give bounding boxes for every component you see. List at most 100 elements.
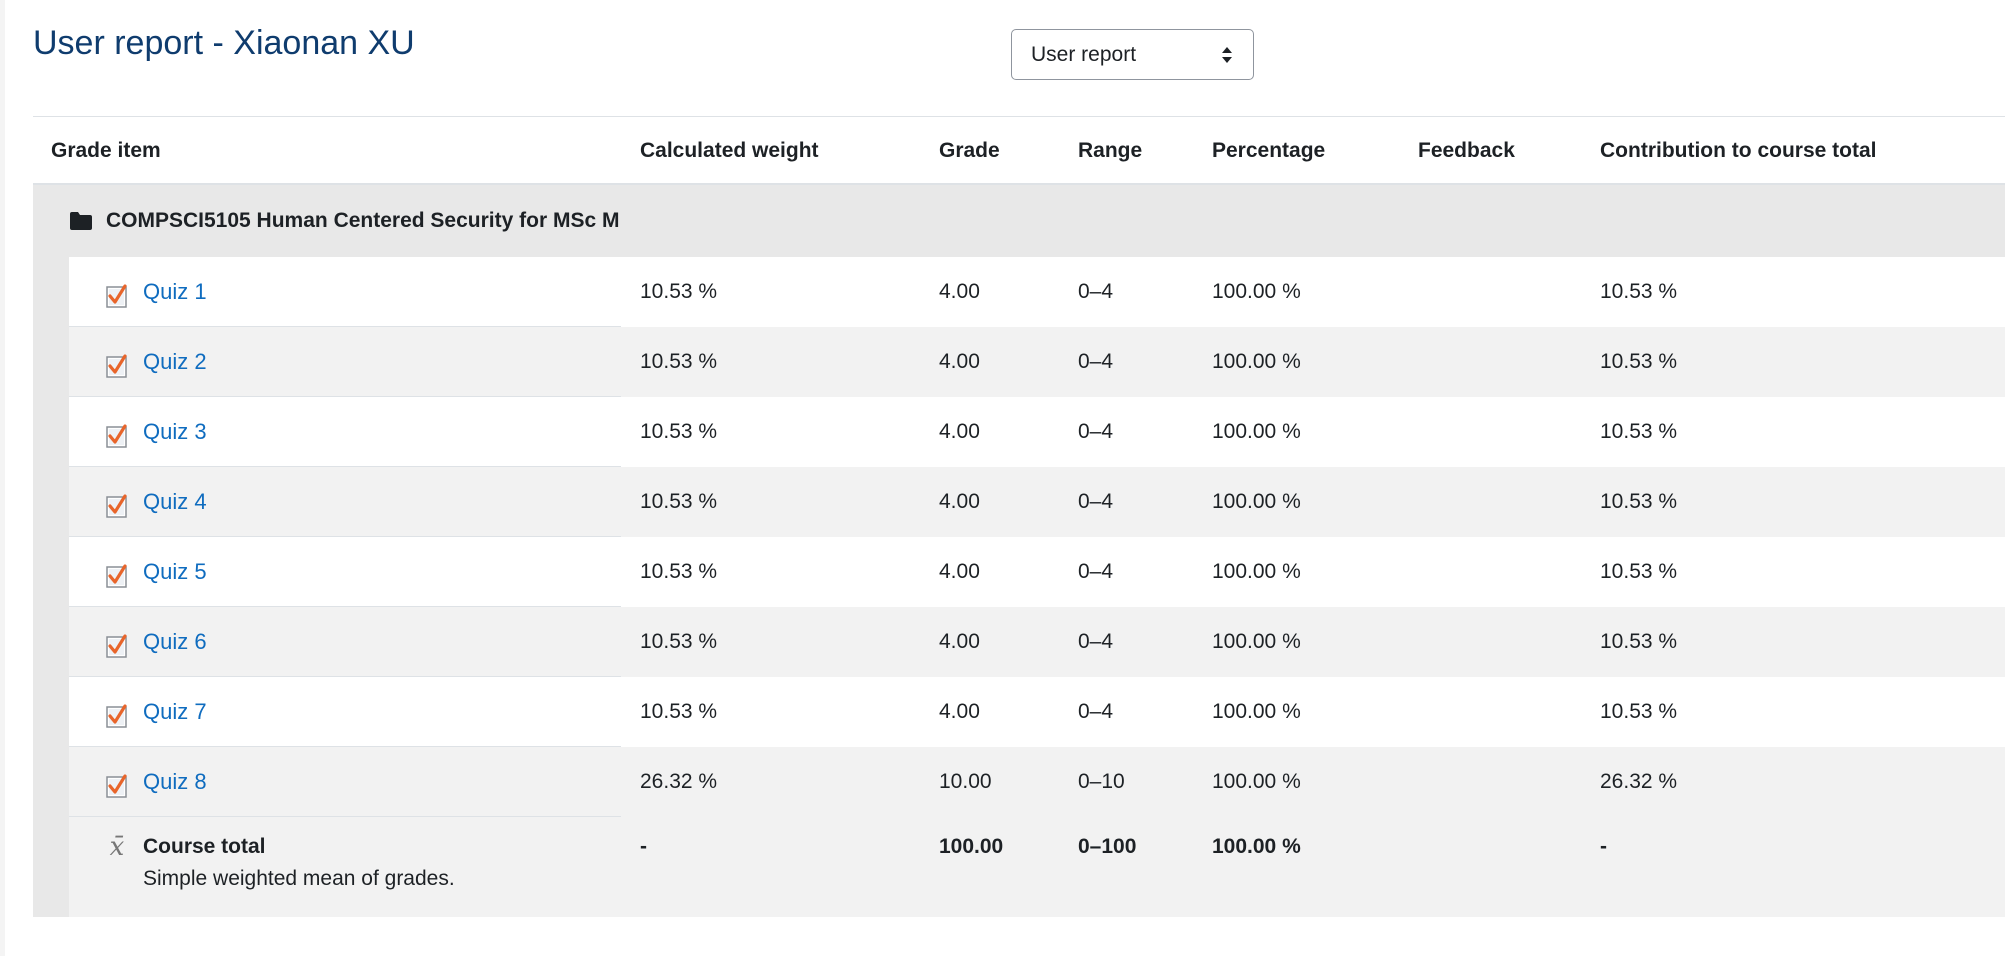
course-total-label: Course total [143,835,266,858]
range-cell: 0–4 [1078,280,1114,303]
range-cell: 0–4 [1078,420,1114,443]
table-row: Quiz 8 26.32 % 10.00 0–10 100.00 % 26.32… [33,747,2005,817]
indent-bar [33,607,69,677]
contribution-cell: 10.53 % [1600,560,1678,583]
percentage-cell: 100.00 % [1212,350,1301,373]
table-row: Quiz 5 10.53 % 4.00 0–4 100.00 % 10.53 % [33,537,2005,607]
category-row: COMPSCI5105 Human Centered Security for … [33,185,2005,257]
course-total-description: Simple weighted mean of grades. [143,867,455,890]
quiz-icon [106,563,127,588]
quiz-link[interactable]: Quiz 1 [143,279,207,305]
folder-icon [70,212,92,230]
contribution-cell: 10.53 % [1600,420,1678,443]
grade-cell: 4.00 [939,700,980,723]
indent-bar [33,747,69,817]
indent-bar [33,537,69,607]
column-header-feedback: Feedback [1418,138,1515,162]
quiz-icon [106,493,127,518]
table-row: Quiz 1 10.53 % 4.00 0–4 100.00 % 10.53 % [33,257,2005,327]
course-total-percentage: 100.00 % [1212,835,1301,858]
grade-item-cell: Quiz 3 [69,397,621,467]
indent-bar [33,397,69,467]
course-total-weight: - [640,835,647,858]
table-row: Quiz 2 10.53 % 4.00 0–4 100.00 % 10.53 % [33,327,2005,397]
quiz-icon [106,633,127,658]
quiz-link[interactable]: Quiz 3 [143,419,207,445]
grade-item-cell: Quiz 7 [69,677,621,747]
indent-bar [33,467,69,537]
quiz-link[interactable]: Quiz 5 [143,559,207,585]
quiz-icon [106,703,127,728]
quiz-icon [106,353,127,378]
left-rail [0,0,5,956]
table-row: Quiz 6 10.53 % 4.00 0–4 100.00 % 10.53 % [33,607,2005,677]
quiz-link[interactable]: Quiz 4 [143,489,207,515]
grade-cell: 4.00 [939,560,980,583]
range-cell: 0–4 [1078,560,1114,583]
contribution-cell: 26.32 % [1600,770,1678,793]
column-header-grade-item: Grade item [51,138,161,162]
contribution-cell: 10.53 % [1600,490,1678,513]
grade-rows: Quiz 1 10.53 % 4.00 0–4 100.00 % 10.53 %… [33,257,2005,817]
grade-item-cell: Quiz 2 [69,327,621,397]
calculated-weight-cell: 26.32 % [640,770,718,793]
user-report-page: User report - Xiaonan XU User report Gra… [0,0,2005,956]
percentage-cell: 100.00 % [1212,490,1301,513]
percentage-cell: 100.00 % [1212,560,1301,583]
calculated-weight-cell: 10.53 % [640,420,718,443]
table-row: Quiz 7 10.53 % 4.00 0–4 100.00 % 10.53 % [33,677,2005,747]
select-arrows-icon [1222,46,1232,63]
grade-cell: 10.00 [939,770,992,793]
grade-item-cell: Quiz 5 [69,537,621,607]
calculated-weight-cell: 10.53 % [640,490,718,513]
quiz-link[interactable]: Quiz 8 [143,769,207,795]
table-row: Quiz 3 10.53 % 4.00 0–4 100.00 % 10.53 % [33,397,2005,467]
calculated-weight-cell: 10.53 % [640,560,718,583]
quiz-link[interactable]: Quiz 6 [143,629,207,655]
grade-cell: 4.00 [939,420,980,443]
indent-bar [33,257,69,327]
indent-bar [33,677,69,747]
grade-item-cell: Quiz 1 [69,257,621,327]
quiz-icon [106,283,127,308]
calculated-weight-cell: 10.53 % [640,630,718,653]
course-total-range: 0–100 [1078,835,1137,858]
course-total-grade: 100.00 [939,835,1004,858]
column-header-contribution: Contribution to course total [1600,138,1877,162]
calculated-weight-cell: 10.53 % [640,280,718,303]
quiz-link[interactable]: Quiz 2 [143,349,207,375]
course-total-contribution: - [1600,835,1607,858]
range-cell: 0–4 [1078,350,1114,373]
quiz-link[interactable]: Quiz 7 [143,699,207,725]
page-title: User report - Xiaonan XU [33,24,415,62]
report-type-select[interactable]: User report [1011,29,1254,80]
column-header-grade: Grade [939,138,1000,162]
range-cell: 0–4 [1078,630,1114,653]
grade-item-cell: Quiz 8 [69,747,621,817]
contribution-cell: 10.53 % [1600,630,1678,653]
grade-item-cell: Quiz 4 [69,467,621,537]
range-cell: 0–10 [1078,770,1125,793]
grade-item-cell: Quiz 6 [69,607,621,677]
category-name: COMPSCI5105 Human Centered Security for … [106,209,620,232]
contribution-cell: 10.53 % [1600,280,1678,303]
indent-bar [33,817,69,917]
calculated-weight-cell: 10.53 % [640,350,718,373]
grade-cell: 4.00 [939,280,980,303]
table-header-row: Grade item Calculated weight Grade Range… [33,116,2005,185]
column-header-calculated-weight: Calculated weight [640,138,819,162]
range-cell: 0–4 [1078,490,1114,513]
percentage-cell: 100.00 % [1212,280,1301,303]
quiz-icon [106,773,127,798]
grade-cell: 4.00 [939,490,980,513]
column-header-range: Range [1078,138,1143,162]
mean-x-bar-icon: x̄ [109,832,125,862]
grade-cell: 4.00 [939,630,980,653]
category-cell: COMPSCI5105 Human Centered Security for … [69,185,619,257]
calculated-weight-cell: 10.53 % [640,700,718,723]
grade-cell: 4.00 [939,350,980,373]
contribution-cell: 10.53 % [1600,350,1678,373]
course-total-row: x̄ Course total Simple weighted mean of … [33,817,2005,917]
report-type-selected-value: User report [1031,42,1137,66]
range-cell: 0–4 [1078,700,1114,723]
